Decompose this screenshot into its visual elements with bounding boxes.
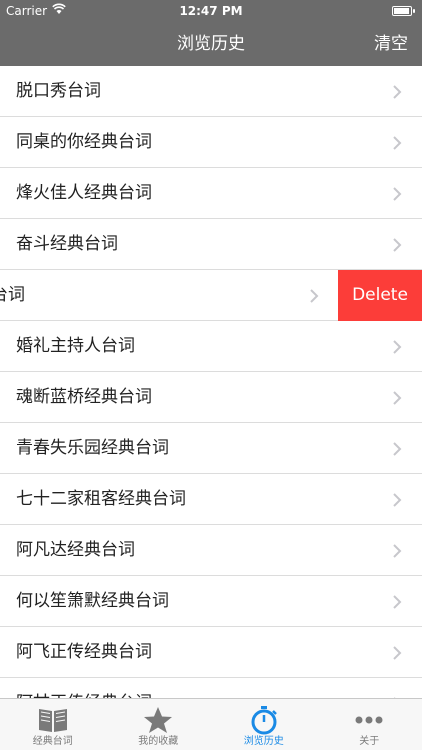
delete-button[interactable]: Delete <box>338 270 422 321</box>
chevron-right-icon <box>307 288 321 303</box>
list-item-label: 同桌的你经典台词 <box>16 132 152 152</box>
list-item-label: 脱口秀台词 <box>16 81 101 101</box>
chevron-right-icon <box>390 339 404 354</box>
list-item[interactable]: 何以笙箫默经典台词 <box>0 576 422 627</box>
battery-icon <box>392 6 415 16</box>
chevron-right-icon <box>390 543 404 558</box>
stopwatch-icon <box>247 705 281 735</box>
list-item[interactable]: 阿凡达经典台词 <box>0 525 422 576</box>
list-item-label: 典台词 <box>0 285 25 305</box>
chevron-right-icon <box>390 237 404 252</box>
status-time: 12:47 PM <box>179 4 243 18</box>
list-item-label: 何以笙箫默经典台词 <box>16 591 169 611</box>
list-item-label: 婚礼主持人台词 <box>16 336 135 356</box>
history-list[interactable]: 脱口秀台词同桌的你经典台词烽火佳人经典台词奋斗经典台词典台词 Delete 婚礼主持… <box>0 66 422 698</box>
list-item[interactable]: 阿飞正传经典台词 <box>0 627 422 678</box>
status-bar: Carrier 12:47 PM <box>0 0 422 22</box>
list-item-label: 阿飞正传经典台词 <box>16 642 152 662</box>
page-title: 浏览历史 <box>177 34 245 54</box>
tab-label: 浏览历史 <box>243 736 284 747</box>
list-item[interactable]: 烽火佳人经典台词 <box>0 168 422 219</box>
list-item[interactable]: 典台词 Delete <box>0 270 422 321</box>
list-item-label: 魂断蓝桥经典台词 <box>16 387 152 407</box>
tab-book[interactable]: 经典台词 <box>0 699 106 750</box>
tab-more[interactable]: 关于 <box>317 699 422 750</box>
clear-button[interactable]: 清空 <box>374 22 408 66</box>
list-item-label: 七十二家租客经典台词 <box>16 489 186 509</box>
tab-stopwatch[interactable]: 浏览历史 <box>211 699 317 750</box>
list-item[interactable]: 七十二家租客经典台词 <box>0 474 422 525</box>
tab-label: 关于 <box>359 736 380 747</box>
navigation-bar: 浏览历史 清空 <box>0 22 422 66</box>
list-item-label: 阿凡达经典台词 <box>16 540 135 560</box>
chevron-right-icon <box>390 492 404 507</box>
list-item[interactable]: 魂断蓝桥经典台词 <box>0 372 422 423</box>
list-item[interactable]: 奋斗经典台词 <box>0 219 422 270</box>
tab-label: 我的收藏 <box>138 736 179 747</box>
chevron-right-icon <box>390 84 404 99</box>
tab-bar: 经典台词 我的收藏 浏览历史 关于 <box>0 698 422 750</box>
star-icon <box>141 705 175 735</box>
list-item[interactable]: 阿甘正传经典台词 <box>0 678 422 698</box>
list-item[interactable]: 青春失乐园经典台词 <box>0 423 422 474</box>
chevron-right-icon <box>390 594 404 609</box>
more-icon <box>352 705 386 735</box>
chevron-right-icon <box>390 441 404 456</box>
list-item-label: 青春失乐园经典台词 <box>16 438 169 458</box>
chevron-right-icon <box>390 135 404 150</box>
list-item-label: 烽火佳人经典台词 <box>16 183 152 203</box>
book-icon <box>36 705 70 735</box>
list-item[interactable]: 脱口秀台词 <box>0 66 422 117</box>
list-item[interactable]: 同桌的你经典台词 <box>0 117 422 168</box>
list-item[interactable]: 婚礼主持人台词 <box>0 321 422 372</box>
list-item-label: 阿甘正传经典台词 <box>16 678 152 698</box>
tab-label: 经典台词 <box>32 736 73 747</box>
list-item-label: 奋斗经典台词 <box>16 234 118 254</box>
chevron-right-icon <box>390 645 404 660</box>
chevron-right-icon <box>390 186 404 201</box>
chevron-right-icon <box>390 390 404 405</box>
tab-star[interactable]: 我的收藏 <box>106 699 212 750</box>
